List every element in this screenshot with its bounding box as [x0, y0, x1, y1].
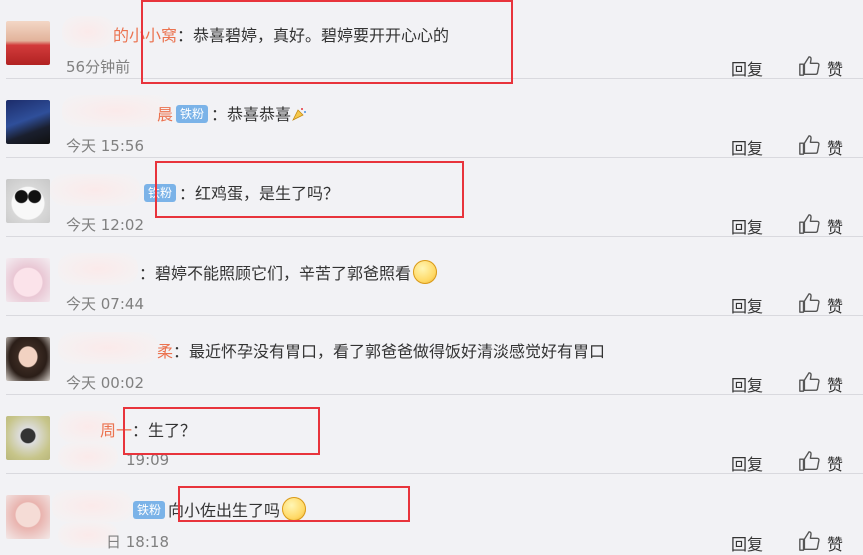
thumbs-up-icon[interactable]: [798, 213, 820, 235]
timestamp: 今天 07:44: [66, 295, 144, 313]
avatar[interactable]: [6, 495, 50, 539]
comment-text: ：碧婷不能照顾它们，辛苦了郭爸照看: [139, 264, 412, 283]
like-button[interactable]: 赞: [827, 451, 843, 475]
reply-button[interactable]: 回复: [731, 372, 763, 396]
comment-line: 柔：最近怀孕没有胃口，看了郭爸爸做得饭好清淡感觉好有胃口: [157, 339, 605, 365]
redacted-time: [58, 443, 118, 471]
thumbs-up-icon[interactable]: [798, 292, 820, 314]
grin-emoji-icon: [413, 260, 438, 284]
comment-item: ：碧婷不能照顾它们，辛苦了郭爸照看 今天 07:44 回复 赞: [0, 237, 863, 316]
reply-button[interactable]: 回复: [731, 531, 763, 555]
reply-button[interactable]: 回复: [731, 293, 763, 317]
timestamp: 今天 00:02: [66, 374, 144, 392]
comment-item: 晨铁粉 ：恭喜恭喜 今天 15:56 回复 赞: [0, 79, 863, 158]
timestamp: 56分钟前: [66, 58, 131, 76]
avatar[interactable]: [6, 416, 50, 460]
timestamp: 今天 12:02: [66, 216, 144, 234]
like-button[interactable]: 赞: [827, 293, 843, 317]
avatar[interactable]: [6, 337, 50, 381]
fan-badge[interactable]: 铁粉: [176, 105, 209, 123]
reply-button[interactable]: 回复: [731, 56, 763, 80]
thumbs-up-icon[interactable]: [798, 371, 820, 393]
reply-button[interactable]: 回复: [731, 214, 763, 238]
redacted-username: [58, 332, 158, 364]
comment-line: 晨铁粉 ：恭喜恭喜: [157, 102, 307, 128]
redacted-username: [58, 253, 138, 285]
redacted-username: [62, 16, 114, 48]
redacted-username: [50, 174, 140, 206]
avatar[interactable]: [6, 258, 50, 302]
thumbs-up-icon[interactable]: [798, 450, 820, 472]
comment-item: 柔：最近怀孕没有胃口，看了郭爸爸做得饭好清淡感觉好有胃口 今天 00:02 回复…: [0, 316, 863, 395]
timestamp: 日 18:18: [106, 533, 169, 551]
like-button[interactable]: 赞: [827, 214, 843, 238]
like-button[interactable]: 赞: [827, 372, 843, 396]
highlight-box: [141, 0, 513, 84]
like-button[interactable]: 赞: [827, 56, 843, 80]
redacted-username: [52, 490, 132, 522]
timestamp: 今天 15:56: [66, 137, 144, 155]
highlight-box: [155, 161, 464, 218]
comment-text: ：恭喜恭喜: [211, 105, 292, 124]
username[interactable]: 晨: [157, 105, 173, 124]
comment-line: ：碧婷不能照顾它们，辛苦了郭爸照看: [139, 260, 438, 286]
thumbs-up-icon[interactable]: [798, 55, 820, 77]
like-button[interactable]: 赞: [827, 135, 843, 159]
redacted-username: [62, 95, 170, 127]
reply-button[interactable]: 回复: [731, 135, 763, 159]
avatar[interactable]: [6, 179, 50, 223]
username[interactable]: 柔: [157, 342, 173, 361]
like-button[interactable]: 赞: [827, 531, 843, 555]
party-popper-icon: [292, 108, 307, 121]
thumbs-up-icon[interactable]: [798, 134, 820, 156]
highlight-box: [178, 486, 410, 522]
avatar[interactable]: [6, 21, 50, 65]
highlight-box: [123, 407, 320, 455]
comment-item: 铁粉 向小佐出生了吗 日 18:18 回复 赞: [0, 474, 863, 554]
reply-button[interactable]: 回复: [731, 451, 763, 475]
avatar[interactable]: [6, 100, 50, 144]
fan-badge[interactable]: 铁粉: [133, 501, 166, 519]
thumbs-up-icon[interactable]: [798, 530, 820, 552]
comment-text: ：最近怀孕没有胃口，看了郭爸爸做得饭好清淡感觉好有胃口: [173, 342, 606, 361]
